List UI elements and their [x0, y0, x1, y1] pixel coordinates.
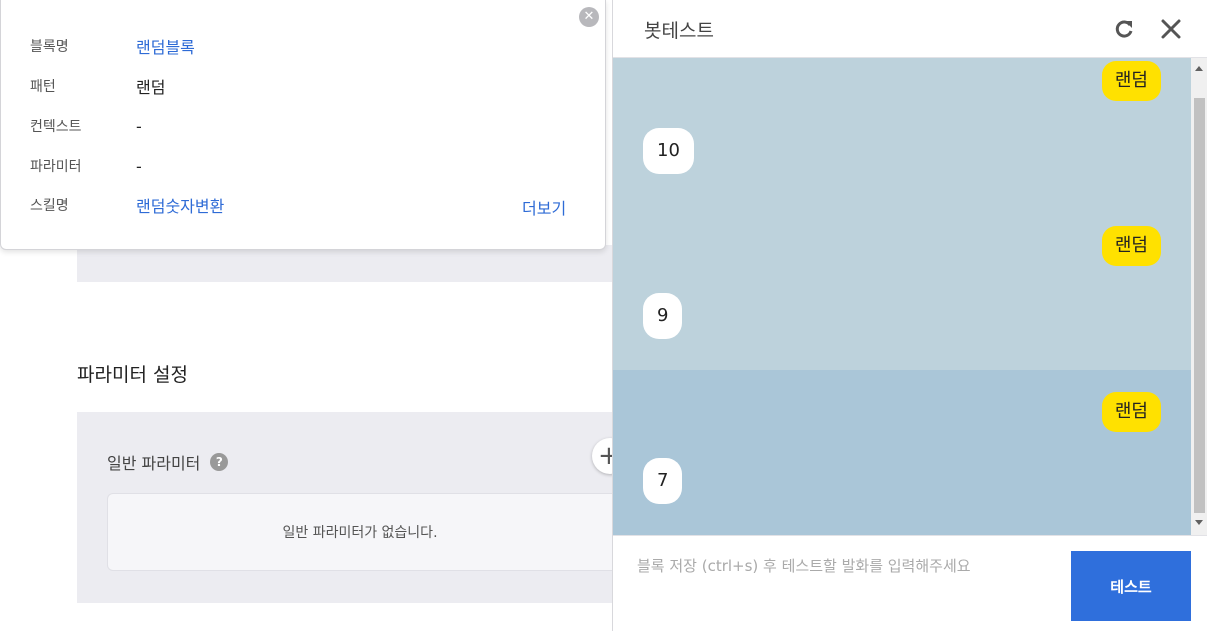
general-parameter-label: 일반 파라미터 [107, 454, 201, 473]
test-button[interactable]: 테스트 [1071, 551, 1191, 621]
block-info-card: ✕ 블록명 랜덤블록 패턴 랜덤 컨텍스트 - 파라미터 - 스킬명 랜덤숫자변… [0, 0, 606, 250]
info-row-pattern: 패턴 랜덤 [30, 75, 590, 97]
info-row-context: 컨텍스트 - [30, 115, 590, 137]
skill-name-link[interactable]: 랜덤숫자변환 [136, 193, 224, 217]
info-label: 패턴 [30, 79, 56, 95]
close-icon[interactable]: ✕ [579, 7, 599, 27]
chat-area[interactable]: 랜덤 10 랜덤 9 랜덤 7 [613, 58, 1191, 535]
info-label: 컨텍스트 [30, 119, 82, 135]
info-label: 블록명 [30, 39, 69, 55]
user-message-bubble: 랜덤 [1101, 61, 1161, 101]
bot-message-bubble: 9 [643, 293, 683, 339]
bot-test-header: 봇테스트 [613, 0, 1207, 58]
info-row-block-name: 블록명 랜덤블록 [30, 35, 590, 57]
info-row-parameter: 파라미터 - [30, 155, 590, 177]
more-link[interactable]: 더보기 [522, 195, 566, 219]
bot-message-bubble: 7 [643, 458, 683, 504]
chat-highlight-region [613, 370, 1191, 535]
empty-parameter-text: 일반 파라미터가 없습니다. [282, 525, 438, 541]
context-panel-bottom [77, 245, 612, 282]
bot-test-panel: 봇테스트 랜덤 10 랜덤 9 랜덤 7 테스트 [612, 0, 1207, 631]
block-name-link[interactable]: 랜덤블록 [136, 34, 195, 58]
chat-input-area: 테스트 [613, 535, 1207, 631]
close-panel-icon[interactable] [1159, 17, 1183, 41]
info-row-skill: 스킬명 랜덤숫자변환 [30, 194, 590, 216]
utterance-input[interactable] [635, 550, 1059, 582]
general-parameter-panel: 일반 파라미터 ? + 일반 파라미터가 없습니다. [77, 412, 628, 603]
pattern-value: 랜덤 [136, 78, 166, 97]
info-label: 파라미터 [30, 159, 82, 175]
chat-scrollbar[interactable] [1191, 58, 1207, 535]
bot-message-bubble: 10 [643, 128, 694, 174]
user-message-bubble: 랜덤 [1101, 392, 1161, 432]
empty-parameter-box: 일반 파라미터가 없습니다. [107, 493, 612, 571]
parameter-settings-title: 파라미터 설정 [77, 364, 188, 386]
help-icon[interactable]: ? [210, 453, 229, 471]
user-message-bubble: 랜덤 [1101, 226, 1161, 266]
general-parameter-header: 일반 파라미터 ? [107, 450, 229, 474]
info-label: 스킬명 [30, 198, 69, 214]
bot-test-title: 봇테스트 [644, 20, 714, 42]
parameter-value: - [136, 156, 142, 176]
context-value: - [136, 116, 142, 136]
scroll-thumb[interactable] [1194, 98, 1205, 513]
scroll-up-arrow-icon[interactable] [1195, 66, 1203, 71]
refresh-icon[interactable] [1112, 17, 1136, 41]
scroll-down-arrow-icon[interactable] [1195, 520, 1203, 525]
